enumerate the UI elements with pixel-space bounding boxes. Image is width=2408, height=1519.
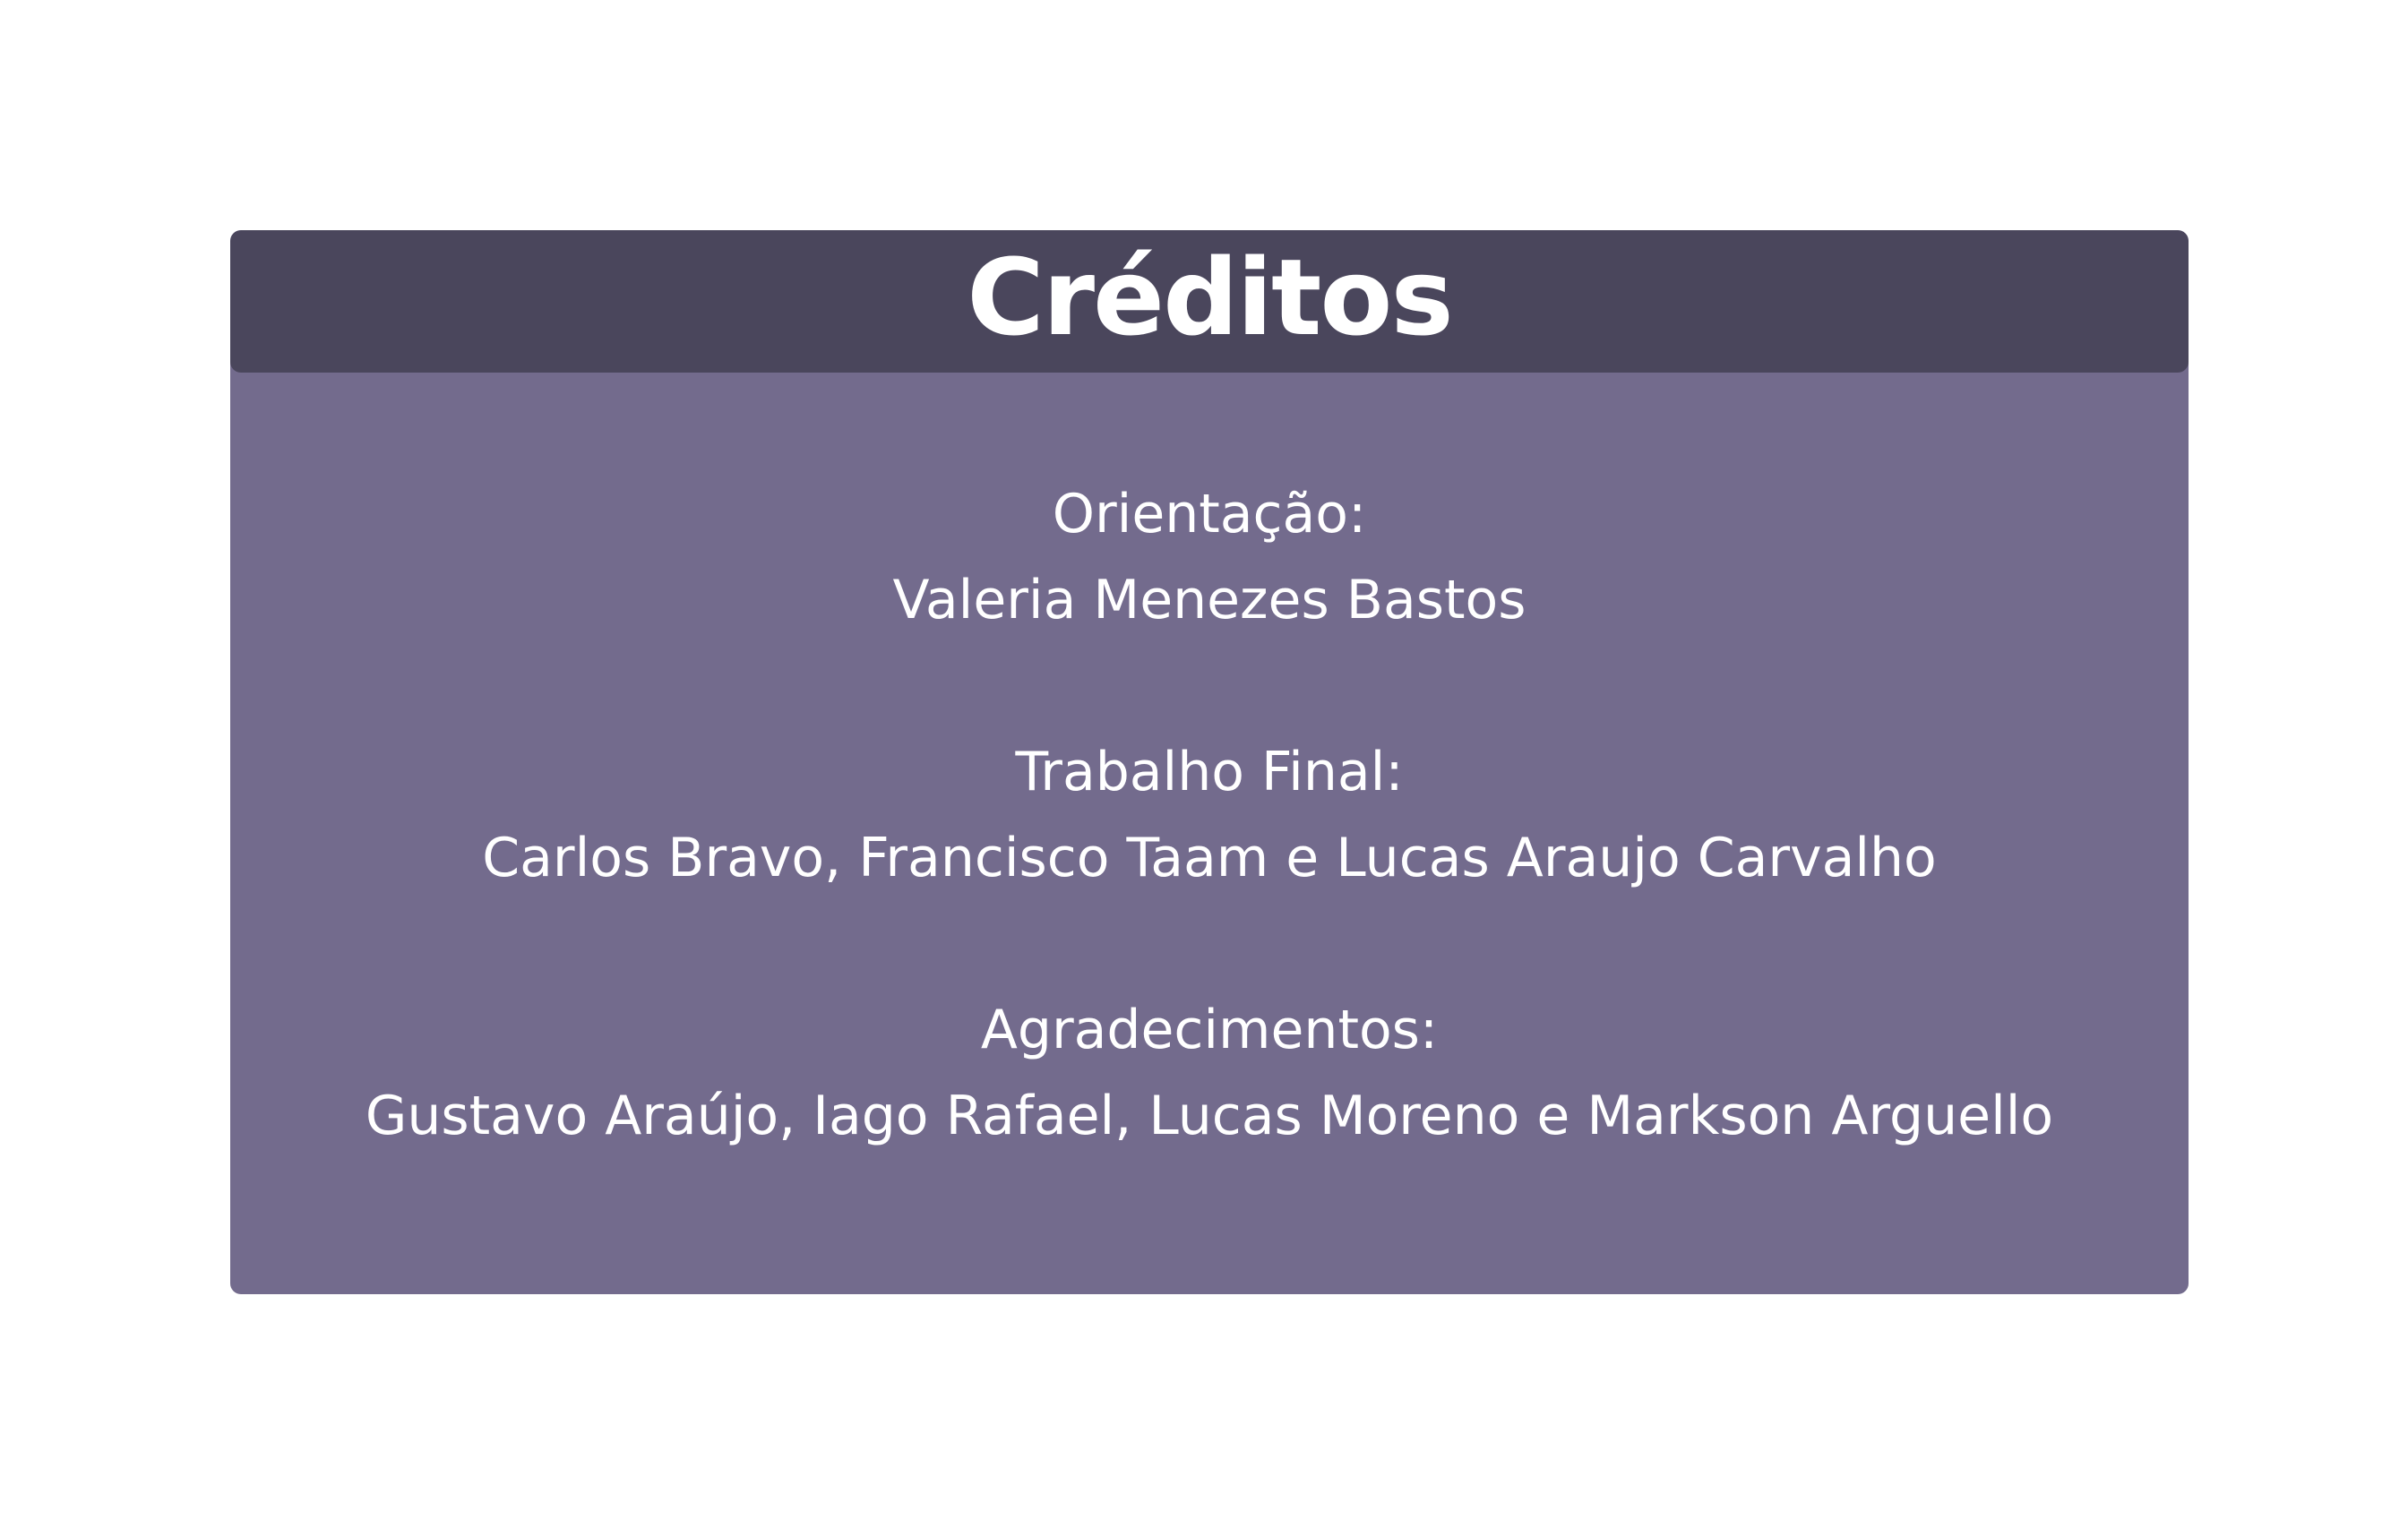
credit-section-final-work: Trabalho Final: Carlos Bravo, Francisco …: [482, 729, 1937, 901]
credit-names-acknowledgements: Gustavo Araújo, Iago Rafael, Lucas Moren…: [365, 1085, 2054, 1147]
credit-names-final-work: Carlos Bravo, Francisco Taam e Lucas Ara…: [482, 827, 1937, 889]
credit-section-orientation: Orientação: Valeria Menezes Bastos: [893, 471, 1526, 643]
credit-heading-acknowledgements: Agradecimentos:: [980, 999, 1439, 1061]
credits-panel: Créditos Orientação: Valeria Menezes Bas…: [230, 230, 2189, 1294]
credit-heading-orientation: Orientação:: [1052, 483, 1367, 545]
credits-body: Orientação: Valeria Menezes Bastos Traba…: [230, 373, 2189, 1245]
credit-names-orientation: Valeria Menezes Bastos: [892, 569, 1526, 631]
credits-title: Créditos: [967, 235, 1453, 359]
credit-section-acknowledgements: Agradecimentos: Gustavo Araújo, Iago Raf…: [366, 987, 2053, 1159]
credits-header: Créditos: [230, 230, 2189, 373]
credit-heading-final-work: Trabalho Final:: [1015, 741, 1404, 803]
